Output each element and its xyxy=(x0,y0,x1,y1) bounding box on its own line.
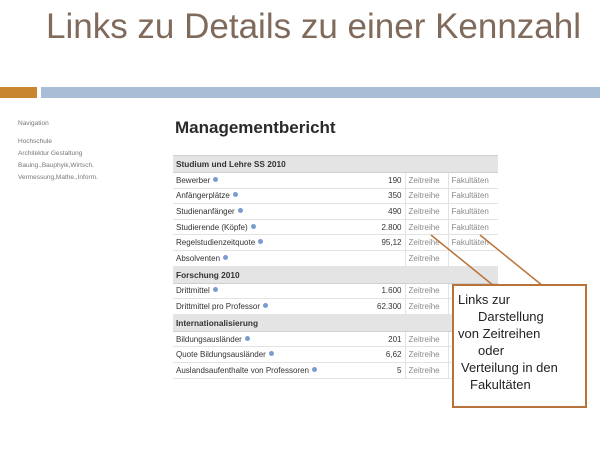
callout-line-5: Verteilung in den xyxy=(461,360,558,375)
fakultaeten-link[interactable]: Fakultäten xyxy=(447,234,498,251)
fakultaeten-link[interactable]: Fakultäten xyxy=(447,188,498,205)
section-header-row: Studium und Lehre SS 2010 xyxy=(173,155,498,173)
zeitreihe-link[interactable]: Zeitreihe xyxy=(404,250,448,267)
metric-cell: Bewerber xyxy=(173,172,353,189)
section-heading: Internationalisierung xyxy=(173,313,498,332)
metric-value: 190 xyxy=(353,172,405,189)
table-row: Regelstudienzeitquote 95,12 Zeitreihe Fakul… xyxy=(173,234,498,251)
sidebar-navigation: Navigation Hochschule Architektur Gestal… xyxy=(18,118,98,184)
info-icon[interactable] xyxy=(232,192,238,198)
table-row: Studienanfänger 490 Zeitreihe Fakultäten xyxy=(173,203,498,220)
table-row: Drittmittel pro Professor 62.300 Zeitreihe xyxy=(173,298,498,315)
metric-cell: Regelstudienzeitquote xyxy=(173,234,353,251)
callout-line-4: oder xyxy=(478,343,505,358)
callout-line-6: Fakultäten xyxy=(470,377,531,392)
metric-label: Drittmittel xyxy=(176,286,210,296)
metric-cell: Drittmittel pro Professor xyxy=(173,298,353,315)
metric-cell: Bildungsausländer xyxy=(173,331,353,348)
metric-cell: Auslandsaufenthalte von Professoren xyxy=(173,362,353,379)
info-icon[interactable] xyxy=(268,351,274,357)
table-row: Studierende (Köpfe) 2.800 Zeitreihe Fakultä… xyxy=(173,219,498,236)
callout-box: Links zur Darstellung von Zeitreihen ode… xyxy=(452,284,587,408)
metric-value: 5 xyxy=(353,362,405,379)
metric-label: Bildungsausländer xyxy=(176,334,242,344)
metric-cell: Studienanfänger xyxy=(173,203,353,220)
info-icon[interactable] xyxy=(223,254,229,260)
metric-value: 1.600 xyxy=(353,283,405,300)
sidebar-item-architektur[interactable]: Architektur Gestaltung xyxy=(18,148,98,160)
sidebar-heading: Navigation xyxy=(18,120,49,127)
info-icon[interactable] xyxy=(263,302,269,308)
metric-value: 2.800 xyxy=(353,219,405,236)
metric-label: Quote Bildungsausländer xyxy=(176,350,266,360)
section-heading: Forschung 2010 xyxy=(173,265,498,284)
slide-title: Links zu Details zu einer Kennzahl xyxy=(46,7,582,46)
zeitreihe-link[interactable]: Zeitreihe xyxy=(404,172,448,189)
metric-label: Bewerber xyxy=(176,175,211,185)
metric-value: 490 xyxy=(353,203,405,220)
metric-label: Studierende (Köpfe) xyxy=(176,222,248,232)
sidebar-item-hochschule[interactable]: Hochschule xyxy=(18,136,98,148)
sidebar-item-vermessung[interactable]: Vermessung,Mathe.,Inform. xyxy=(18,172,98,184)
section-header-row: Forschung 2010 xyxy=(173,265,498,284)
table-row: Absolventen Zeitreihe xyxy=(173,250,498,267)
metric-cell: Absolventen xyxy=(173,250,353,267)
table-row: Anfängerplätze 350 Zeitreihe Fakultäten xyxy=(173,188,498,205)
metric-value: 350 xyxy=(353,188,405,205)
info-icon[interactable] xyxy=(250,223,256,229)
metric-cell: Anfängerplätze xyxy=(173,188,353,205)
metric-value xyxy=(353,250,405,267)
metric-cell: Studierende (Köpfe) xyxy=(173,219,353,236)
page-title: Managementbericht xyxy=(175,118,336,137)
zeitreihe-link[interactable]: Zeitreihe xyxy=(404,283,448,300)
metric-label: Studienanfänger xyxy=(176,206,235,216)
management-report-table: Studium und Lehre SS 2010 Bewerber 190 Zeit… xyxy=(173,155,498,379)
zeitreihe-link[interactable]: Zeitreihe xyxy=(404,331,448,348)
metric-label: Anfängerplätze xyxy=(176,191,230,201)
callout-line-2: Darstellung xyxy=(478,309,544,324)
metric-label: Drittmittel pro Professor xyxy=(176,301,261,311)
metric-value: 95,12 xyxy=(353,234,405,251)
sidebar-item-bauingenieur[interactable]: Bauing.,Bauphyik,Wirtsch. xyxy=(18,160,98,172)
table-row: Drittmittel 1.600 Zeitreihe xyxy=(173,283,498,300)
fakultaeten-link[interactable]: Fakultäten xyxy=(447,219,498,236)
fakultaeten-link[interactable]: Fakultäten xyxy=(447,203,498,220)
info-icon[interactable] xyxy=(311,366,317,372)
metric-value: 6,62 xyxy=(353,346,405,363)
zeitreihe-link[interactable]: Zeitreihe xyxy=(404,362,448,379)
metric-cell: Quote Bildungsausländer xyxy=(173,346,353,363)
info-icon[interactable] xyxy=(213,176,219,182)
metric-label: Auslandsaufenthalte von Professoren xyxy=(176,365,309,375)
metric-value: 62.300 xyxy=(353,298,405,315)
zeitreihe-link[interactable]: Zeitreihe xyxy=(404,203,448,220)
fakultaeten-link[interactable]: Fakultäten xyxy=(447,172,498,189)
callout-line-1: Links zur xyxy=(458,292,511,307)
table-row: Quote Bildungsausländer 6,62 Zeitreihe xyxy=(173,346,498,363)
info-icon[interactable] xyxy=(244,335,250,341)
table-row: Bewerber 190 Zeitreihe Fakultäten xyxy=(173,172,498,189)
metric-label: Regelstudienzeitquote xyxy=(176,238,256,248)
zeitreihe-link[interactable]: Zeitreihe xyxy=(404,346,448,363)
accent-band-orange xyxy=(0,87,37,98)
info-icon[interactable] xyxy=(212,287,218,293)
zeitreihe-link[interactable]: Zeitreihe xyxy=(404,188,448,205)
section-heading: Studium und Lehre SS 2010 xyxy=(173,155,498,173)
section-header-row: Internationalisierung xyxy=(173,313,498,332)
info-icon[interactable] xyxy=(258,239,264,245)
metric-cell: Drittmittel xyxy=(173,283,353,300)
zeitreihe-link[interactable]: Zeitreihe xyxy=(404,234,448,251)
callout-line-3: von Zeitreihen xyxy=(458,326,541,341)
metric-label: Absolventen xyxy=(176,253,221,263)
table-row: Bildungsausländer 201 Zeitreihe xyxy=(173,331,498,348)
fakultaeten-link xyxy=(447,250,498,267)
table-row: Auslandsaufenthalte von Professoren 5 Zeit… xyxy=(173,362,498,379)
accent-band-blue xyxy=(41,87,600,98)
metric-value: 201 xyxy=(353,331,405,348)
zeitreihe-link[interactable]: Zeitreihe xyxy=(404,219,448,236)
zeitreihe-link[interactable]: Zeitreihe xyxy=(404,298,448,315)
info-icon[interactable] xyxy=(237,207,243,213)
